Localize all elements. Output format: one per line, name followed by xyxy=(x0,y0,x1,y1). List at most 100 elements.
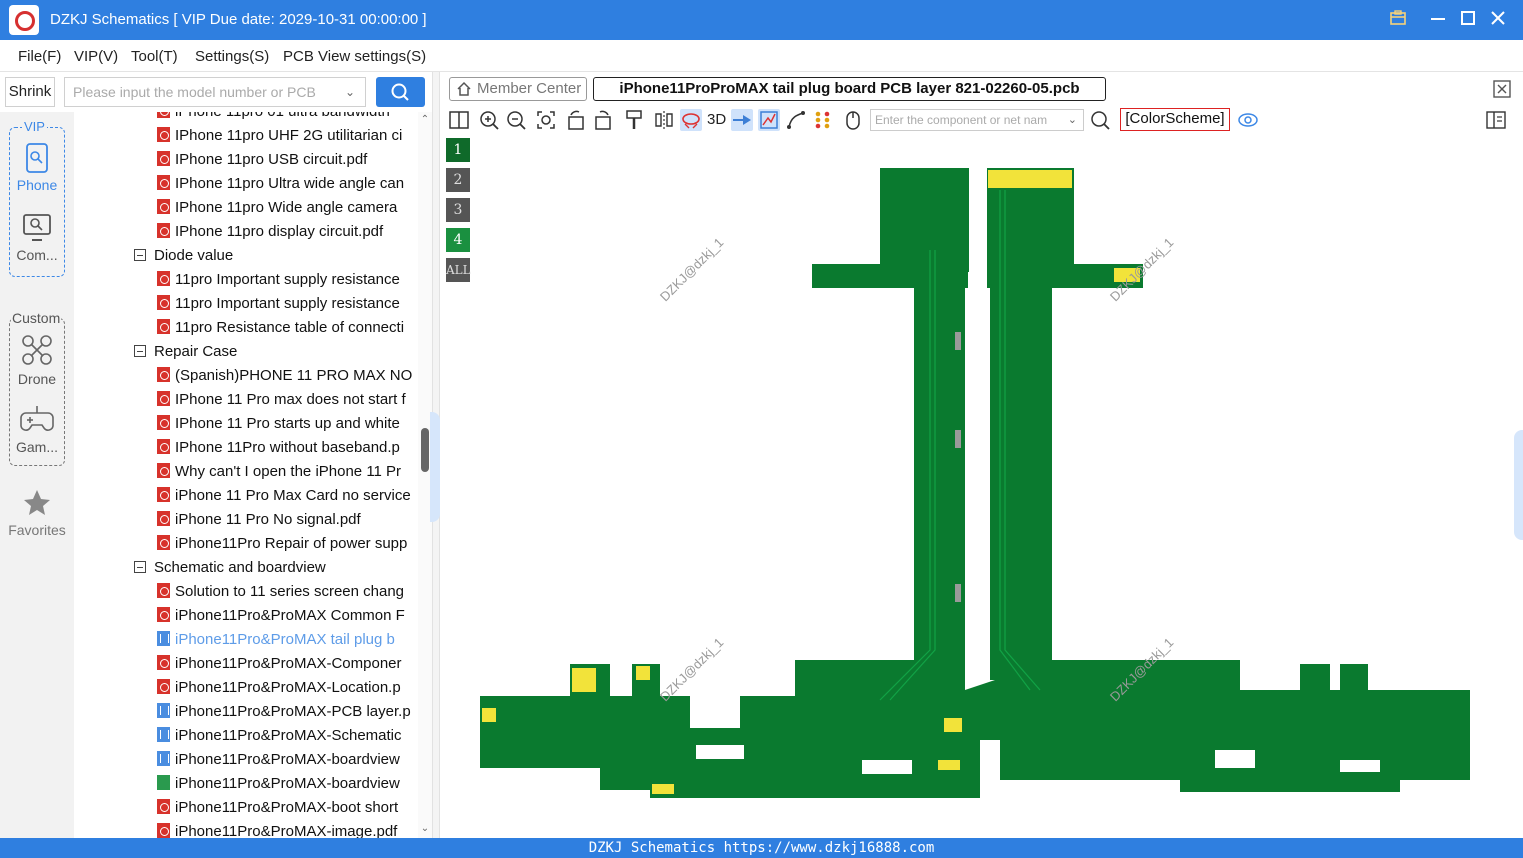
tree-file[interactable]: iPhone11Pro&ProMAX-PCB layer.p xyxy=(157,700,418,724)
tree-file[interactable]: IPhone 11 Pro max does not start f xyxy=(157,388,418,412)
collapse-icon[interactable] xyxy=(134,345,146,357)
rotate-right-icon[interactable] xyxy=(592,109,614,131)
model-search-input[interactable]: Please input the model number or PCB ⌄ xyxy=(64,77,366,107)
tree-file[interactable]: 11pro Resistance table of connecti xyxy=(157,316,418,340)
mouse-icon[interactable] xyxy=(842,109,864,131)
pdf-file-icon xyxy=(157,511,170,526)
zoom-in-icon[interactable] xyxy=(478,109,500,131)
tree-file[interactable]: iPhone11Pro&ProMAX-Location.p xyxy=(157,676,418,700)
menu-tool[interactable]: Tool(T) xyxy=(131,48,178,65)
tab-member-center[interactable]: Member Center xyxy=(449,77,587,101)
tree-file[interactable]: iPhone11Pro&ProMAX tail plug b xyxy=(157,628,418,652)
tree-file[interactable]: IPhone 11 Pro starts up and white xyxy=(157,412,418,436)
pin-icon[interactable] xyxy=(1386,8,1410,32)
shrink-button[interactable]: Shrink xyxy=(5,77,55,107)
tree-file[interactable]: IPhone 11pro Wide angle camera xyxy=(157,196,418,220)
tree-file[interactable]: IPhone 11pro USB circuit.pdf xyxy=(157,148,418,172)
scroll-up-icon[interactable]: ⌃ xyxy=(419,114,431,125)
pins-icon[interactable] xyxy=(812,109,834,131)
tree-file[interactable]: (Spanish)PHONE 11 PRO MAX NO xyxy=(157,364,418,388)
expand-right-panel-handle[interactable] xyxy=(1514,430,1523,540)
trace-icon[interactable] xyxy=(785,109,807,131)
sidebar-item-computer[interactable]: Com... xyxy=(0,213,74,263)
tree-folder[interactable]: Diode value xyxy=(134,244,418,268)
tree-file[interactable]: iPhone 11 Pro Max Card no service xyxy=(157,484,418,508)
side-panel-icon[interactable] xyxy=(1485,109,1507,131)
rotate-left-icon[interactable] xyxy=(565,109,587,131)
tree-file[interactable]: iPhone11Pro&ProMAX-boardview xyxy=(157,748,418,772)
tree-file[interactable]: iPhone11Pro&ProMAX-boot short xyxy=(157,796,418,820)
tree-file[interactable]: IPhone 11pro display circuit.pdf xyxy=(157,220,418,244)
tree-file[interactable]: iPhone11Pro Repair of power supp xyxy=(157,532,418,556)
menu-file[interactable]: File(F) xyxy=(18,48,61,65)
file-tree: iPhone 11pro 01 ultra bandwidth IPhone 11… xyxy=(74,112,418,838)
vip-group-label: VIP xyxy=(22,119,47,134)
fit-view-icon[interactable] xyxy=(535,109,557,131)
chevron-down-icon[interactable]: ⌄ xyxy=(345,78,355,106)
tree-item-label: Diode value xyxy=(154,247,234,264)
pcb-board-drawing[interactable] xyxy=(441,134,1523,838)
close-tab-icon[interactable] xyxy=(1493,80,1511,98)
sidebar-item-game[interactable]: Gam... xyxy=(0,403,74,455)
layer-button-1[interactable]: 1 xyxy=(446,138,470,162)
tree-file[interactable]: 11pro Important supply resistance xyxy=(157,292,418,316)
minimize-icon[interactable] xyxy=(1426,8,1450,32)
chevron-down-icon[interactable]: ⌄ xyxy=(1068,110,1077,130)
tree-file[interactable]: 11pro Important supply resistance xyxy=(157,268,418,292)
panel-splitter[interactable] xyxy=(430,72,440,838)
pdf-file-icon xyxy=(157,367,170,382)
pdf-file-icon xyxy=(157,223,170,238)
eye-icon[interactable] xyxy=(1237,109,1259,131)
collapse-icon[interactable] xyxy=(134,561,146,573)
tab-pcb-file[interactable]: iPhone11ProProMAX tail plug board PCB la… xyxy=(593,77,1106,101)
net-highlight-icon[interactable] xyxy=(758,109,780,131)
tree-file[interactable]: iPhone11Pro&ProMAX Common F xyxy=(157,604,418,628)
tree-file[interactable]: iPhone 11 Pro No signal.pdf xyxy=(157,508,418,532)
scrollbar-thumb[interactable] xyxy=(421,428,429,472)
menu-vip[interactable]: VIP(V) xyxy=(74,48,118,65)
tree-file[interactable]: iPhone 11pro 01 ultra bandwidth xyxy=(157,112,418,124)
sidebar-item-favorites[interactable]: Favorites xyxy=(0,488,74,538)
mirror-icon[interactable] xyxy=(653,109,675,131)
flip-view-icon[interactable] xyxy=(680,109,702,131)
menu-pcb-view-settings[interactable]: PCB View settings(S) xyxy=(283,48,426,65)
search-button[interactable] xyxy=(376,77,425,107)
paint-brush-icon[interactable] xyxy=(623,109,645,131)
close-icon[interactable] xyxy=(1486,8,1510,32)
tree-file[interactable]: IPhone 11pro Ultra wide angle can xyxy=(157,172,418,196)
tree-file[interactable]: iPhone11Pro&ProMAX-Schematic xyxy=(157,724,418,748)
zoom-out-icon[interactable] xyxy=(505,109,527,131)
tree-item-label: Schematic and boardview xyxy=(154,559,326,576)
maximize-icon[interactable] xyxy=(1456,8,1480,32)
sidebar-item-phone[interactable]: Phone xyxy=(0,143,74,193)
layer-button-all[interactable]: ALL xyxy=(446,258,471,282)
pdf-file-icon xyxy=(157,127,170,142)
scroll-down-icon[interactable]: ⌄ xyxy=(419,823,431,834)
sidebar-item-drone[interactable]: Drone xyxy=(0,333,74,387)
3d-view-button[interactable]: 3D xyxy=(707,111,726,128)
component-search-icon[interactable] xyxy=(1089,109,1111,131)
menu-settings[interactable]: Settings(S) xyxy=(195,48,269,65)
tree-file[interactable]: IPhone 11pro UHF 2G utilitarian ci xyxy=(157,124,418,148)
layer-button-4[interactable]: 4 xyxy=(446,228,470,252)
layer-button-3[interactable]: 3 xyxy=(446,198,470,222)
collapse-panel-handle[interactable] xyxy=(430,412,440,522)
tree-folder[interactable]: Schematic and boardview xyxy=(134,556,418,580)
color-scheme-button[interactable]: [ColorScheme] xyxy=(1120,108,1230,131)
component-search-input[interactable]: Enter the component or net nam ⌄ xyxy=(870,109,1084,131)
pcb-canvas[interactable] xyxy=(441,134,1523,838)
pdf-file-icon xyxy=(157,271,170,286)
tree-file[interactable]: iPhone11Pro&ProMAX-boardview xyxy=(157,772,418,796)
tree-item-label: IPhone 11pro Ultra wide angle can xyxy=(175,175,405,192)
collapse-icon[interactable] xyxy=(134,249,146,261)
tree-folder[interactable]: Repair Case xyxy=(134,340,418,364)
tree-file[interactable]: iPhone11Pro&ProMAX-Componer xyxy=(157,652,418,676)
layer-button-2[interactable]: 2 xyxy=(446,168,470,192)
tree-item-label: Why can't I open the iPhone 11 Pr xyxy=(175,463,402,480)
tree-file[interactable]: IPhone 11Pro without baseband.p xyxy=(157,436,418,460)
tree-file[interactable]: Why can't I open the iPhone 11 Pr xyxy=(157,460,418,484)
select-arrow-icon[interactable] xyxy=(731,109,753,131)
tree-file[interactable]: iPhone11Pro&ProMAX-image.pdf xyxy=(157,820,418,838)
split-view-icon[interactable] xyxy=(448,109,470,131)
tree-file[interactable]: Solution to 11 series screen chang xyxy=(157,580,418,604)
